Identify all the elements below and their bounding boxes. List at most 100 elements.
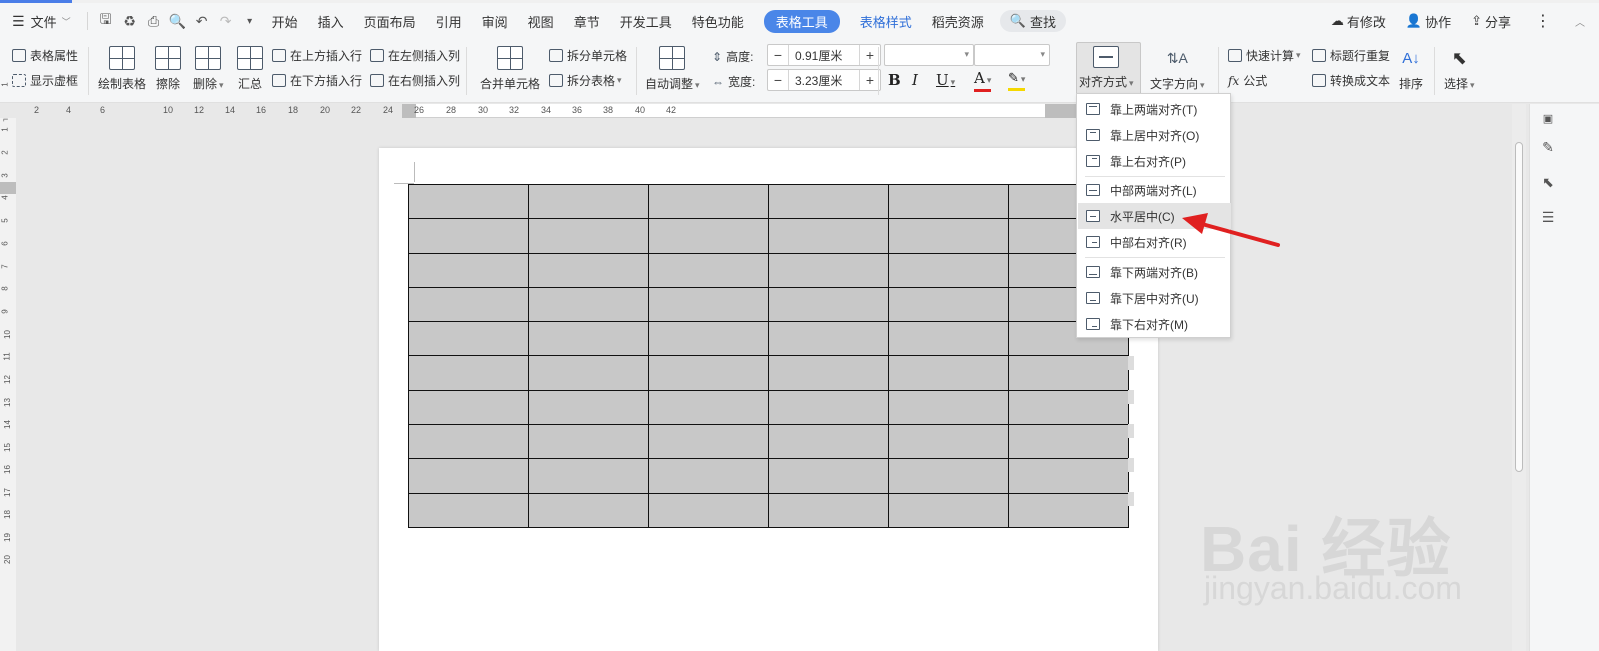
redo-icon[interactable]: ↷	[214, 3, 238, 39]
font-color-icon[interactable]: A ▾	[974, 71, 992, 92]
table-cell[interactable]	[1008, 424, 1129, 460]
width-spinner[interactable]: − 3.23厘米 +	[767, 69, 881, 91]
align-top-right-item[interactable]: 靠上右对齐(P)	[1078, 148, 1231, 174]
table-cell[interactable]	[768, 492, 889, 528]
underline-icon[interactable]: U ▾	[936, 71, 955, 89]
table-properties-button[interactable]: 表格属性	[12, 47, 78, 64]
tab-docer-resources[interactable]: 稻壳资源	[922, 3, 994, 39]
table-cell[interactable]	[888, 458, 1009, 494]
modified-button[interactable]: ☁ 有修改	[1321, 3, 1396, 39]
insert-col-right-button[interactable]: 在右侧插入列	[370, 72, 460, 89]
width-increment-button[interactable]: +	[860, 70, 880, 90]
height-spinner[interactable]: − 0.91厘米 +	[767, 44, 881, 66]
undo-icon[interactable]: ↶	[190, 3, 214, 39]
save-icon[interactable]: 🖫	[94, 3, 118, 39]
table-cell[interactable]	[768, 424, 889, 460]
table-cell[interactable]	[768, 355, 889, 391]
align-bottom-center-item[interactable]: 靠下居中对齐(U)	[1078, 285, 1231, 311]
table-cell[interactable]	[648, 389, 769, 426]
align-bottom-justify-item[interactable]: 靠下两端对齐(B)	[1078, 259, 1231, 285]
table-cell[interactable]	[888, 218, 1009, 254]
tab-references[interactable]: 引用	[426, 3, 472, 39]
show-grid-button[interactable]: 显示虚框	[12, 72, 78, 89]
auto-fit-button[interactable]: 自动调整 ▾	[645, 46, 700, 92]
tab-start[interactable]: 开始	[262, 3, 308, 39]
table-cell[interactable]	[408, 252, 529, 288]
horizontal-ruler[interactable]: 2 4 6 10 12 14 16 18 20 22 24 26 28 30 32 34 36 38 40 42	[34, 104, 1076, 118]
tab-review[interactable]: 审阅	[472, 3, 518, 39]
table-cell[interactable]	[648, 458, 769, 494]
table-cell[interactable]	[648, 424, 769, 460]
row-handle[interactable]	[1128, 424, 1134, 438]
tab-section[interactable]: 章节	[564, 3, 610, 39]
width-decrement-button[interactable]: −	[768, 70, 788, 90]
table-cell[interactable]	[528, 286, 649, 323]
format-painter-icon[interactable]: ♻	[118, 3, 142, 39]
table-cell[interactable]	[888, 389, 1009, 426]
table-cell[interactable]	[528, 355, 649, 391]
split-cells-button[interactable]: 拆分单元格	[549, 47, 627, 64]
quick-calc-button[interactable]: 快速计算 ▾	[1228, 47, 1301, 64]
search-button[interactable]: 🔍 查找	[999, 10, 1066, 32]
table-cell[interactable]	[528, 424, 649, 460]
table-cell[interactable]	[768, 218, 889, 254]
ruler-corner-icon[interactable]: ⌐	[3, 114, 8, 124]
italic-icon[interactable]: I	[912, 71, 918, 89]
height-increment-button[interactable]: +	[860, 45, 880, 65]
more-icon[interactable]: ⋮	[1521, 3, 1565, 39]
table-cell[interactable]	[768, 389, 889, 426]
tab-view[interactable]: 视图	[518, 3, 564, 39]
collapse-ribbon-icon[interactable]: ︿	[1565, 3, 1599, 39]
font-family-select[interactable]: ▾	[884, 44, 974, 66]
table-cell[interactable]	[408, 355, 529, 391]
summary-button[interactable]: 汇总	[237, 46, 263, 92]
table-cell[interactable]	[408, 218, 529, 254]
collab-button[interactable]: 👤 协作	[1396, 3, 1461, 39]
table-cell[interactable]	[888, 252, 1009, 288]
table-cell[interactable]	[768, 183, 889, 220]
table-cell[interactable]	[408, 389, 529, 426]
align-middle-justify-item[interactable]: 中部两端对齐(L)	[1078, 177, 1231, 203]
table-cell[interactable]	[1008, 492, 1129, 528]
table-cell[interactable]	[768, 458, 889, 494]
align-top-center-item[interactable]: 靠上居中对齐(O)	[1078, 122, 1231, 148]
table-cell[interactable]	[528, 458, 649, 494]
table-cell[interactable]	[1008, 389, 1129, 426]
pointer-icon[interactable]: ⬉	[1538, 172, 1558, 192]
merge-cells-button[interactable]: 合并单元格	[480, 46, 540, 92]
print-icon[interactable]: ⎙	[142, 3, 166, 39]
settings-sliders-icon[interactable]: ☰	[1538, 207, 1558, 227]
insert-row-below-button[interactable]: 在下方插入行	[272, 72, 362, 89]
align-button[interactable]: 对齐方式 ▾	[1079, 46, 1134, 90]
align-top-justify-item[interactable]: 靠上两端对齐(T)	[1078, 96, 1231, 122]
vertical-ruler[interactable]: 1 1 2 3 4 5 6 7 8 9 10 11 12 13 14 15 16 17 18 19 20	[0, 82, 16, 651]
tab-special[interactable]: 特色功能	[682, 3, 754, 39]
row-handle[interactable]	[1128, 458, 1134, 472]
table-cell[interactable]	[768, 286, 889, 323]
table-cell[interactable]	[888, 286, 1009, 323]
row-handle[interactable]	[1128, 492, 1134, 506]
table-cell[interactable]	[768, 321, 889, 357]
table-cell[interactable]	[888, 355, 1009, 391]
height-decrement-button[interactable]: −	[768, 45, 788, 65]
row-handle[interactable]	[1128, 390, 1134, 404]
table-cell[interactable]	[888, 492, 1009, 528]
highlight-icon[interactable]: ✎ ▾	[1008, 71, 1026, 91]
table-cell[interactable]	[408, 321, 529, 357]
convert-to-text-button[interactable]: 转换成文本	[1312, 72, 1390, 89]
table-cell[interactable]	[408, 492, 529, 528]
font-size-select[interactable]: ▾	[974, 44, 1050, 66]
print-preview-icon[interactable]: 🔍	[166, 3, 190, 39]
table-cell[interactable]	[648, 286, 769, 323]
tab-insert[interactable]: 插入	[308, 3, 354, 39]
row-handle[interactable]	[1128, 356, 1134, 370]
tab-table-style[interactable]: 表格样式	[850, 3, 922, 39]
table-cell[interactable]	[648, 321, 769, 357]
table-cell[interactable]	[408, 286, 529, 323]
align-bottom-right-item[interactable]: 靠下右对齐(M)	[1078, 311, 1231, 337]
scrollbar-thumb[interactable]	[1515, 142, 1523, 472]
table-cell[interactable]	[888, 321, 1009, 357]
share-button[interactable]: ⇪ 分享	[1461, 3, 1521, 39]
formula-button[interactable]: fx 公式	[1228, 72, 1267, 89]
table-cell[interactable]	[408, 424, 529, 460]
